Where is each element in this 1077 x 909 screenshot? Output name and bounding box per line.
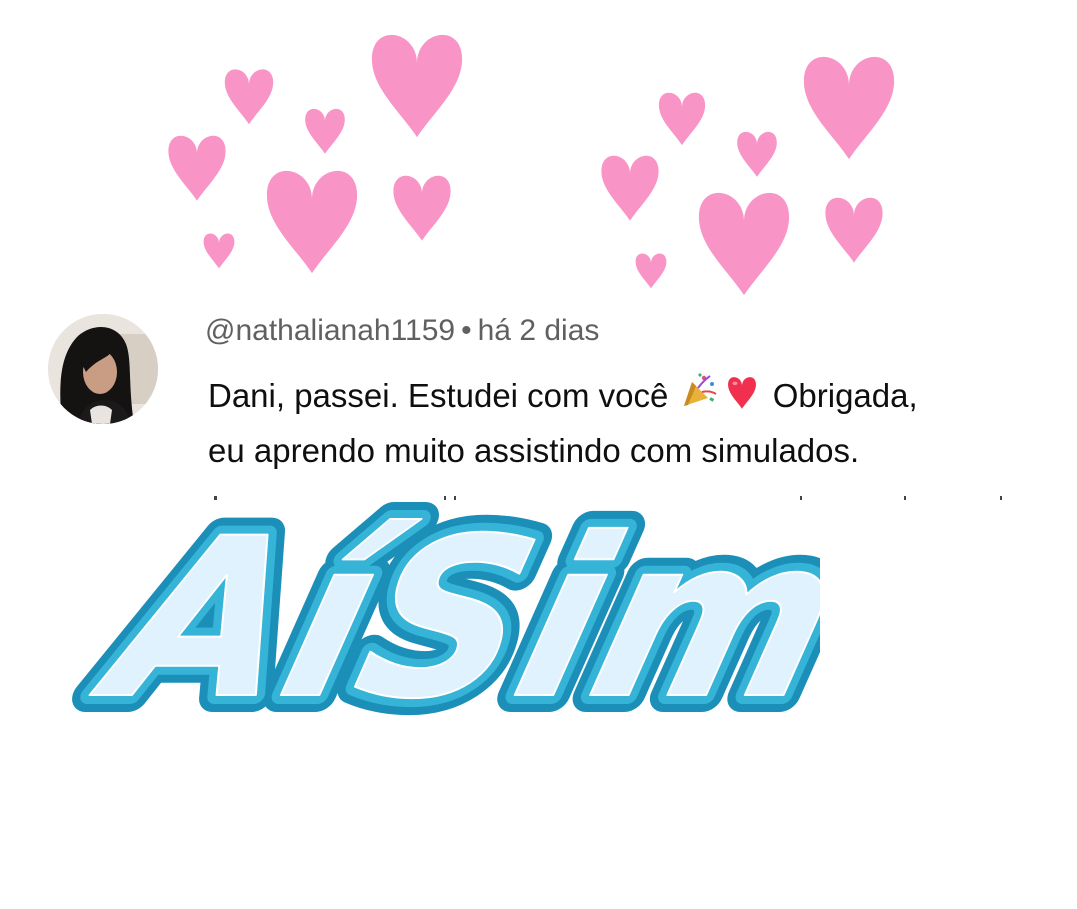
heart-icon xyxy=(635,253,667,289)
logo-text: AíSim xyxy=(76,491,820,747)
heart-icon xyxy=(698,192,790,296)
decorative-hearts xyxy=(168,34,895,296)
comment-text: Dani, passei. Estudei com você Obrigada,… xyxy=(208,370,1048,477)
heart-icon xyxy=(825,197,883,263)
heart-icon xyxy=(168,135,226,201)
heart-icon xyxy=(737,131,777,177)
heart-icon xyxy=(803,56,895,160)
heart-icon xyxy=(266,170,358,274)
heart-icon xyxy=(203,233,235,269)
heart-icon xyxy=(371,34,463,138)
timestamp[interactable]: há 2 dias xyxy=(478,314,600,347)
aisim-logo: AíSim AíSim AíSim xyxy=(60,474,820,750)
comment-meta: @nathalianah1159 • há 2 dias xyxy=(205,314,599,348)
avatar[interactable] xyxy=(48,314,158,424)
heart-icon xyxy=(224,69,274,125)
comment-text-line2: eu aprendo muito assistindo com simulado… xyxy=(208,431,860,469)
heart-icon xyxy=(601,155,659,221)
party-popper-icon xyxy=(680,372,718,425)
comment-text-part1: Dani, passei. Estudei com você xyxy=(208,377,678,414)
heart-icon xyxy=(658,92,706,146)
avatar-image xyxy=(48,314,158,424)
heart-icon xyxy=(393,175,451,241)
comment-text-part2: Obrigada, xyxy=(763,377,918,414)
username[interactable]: @nathalianah1159 xyxy=(205,314,455,347)
red-heart-icon xyxy=(722,372,762,425)
heart-icon xyxy=(305,108,345,154)
meta-separator: • xyxy=(461,314,472,347)
